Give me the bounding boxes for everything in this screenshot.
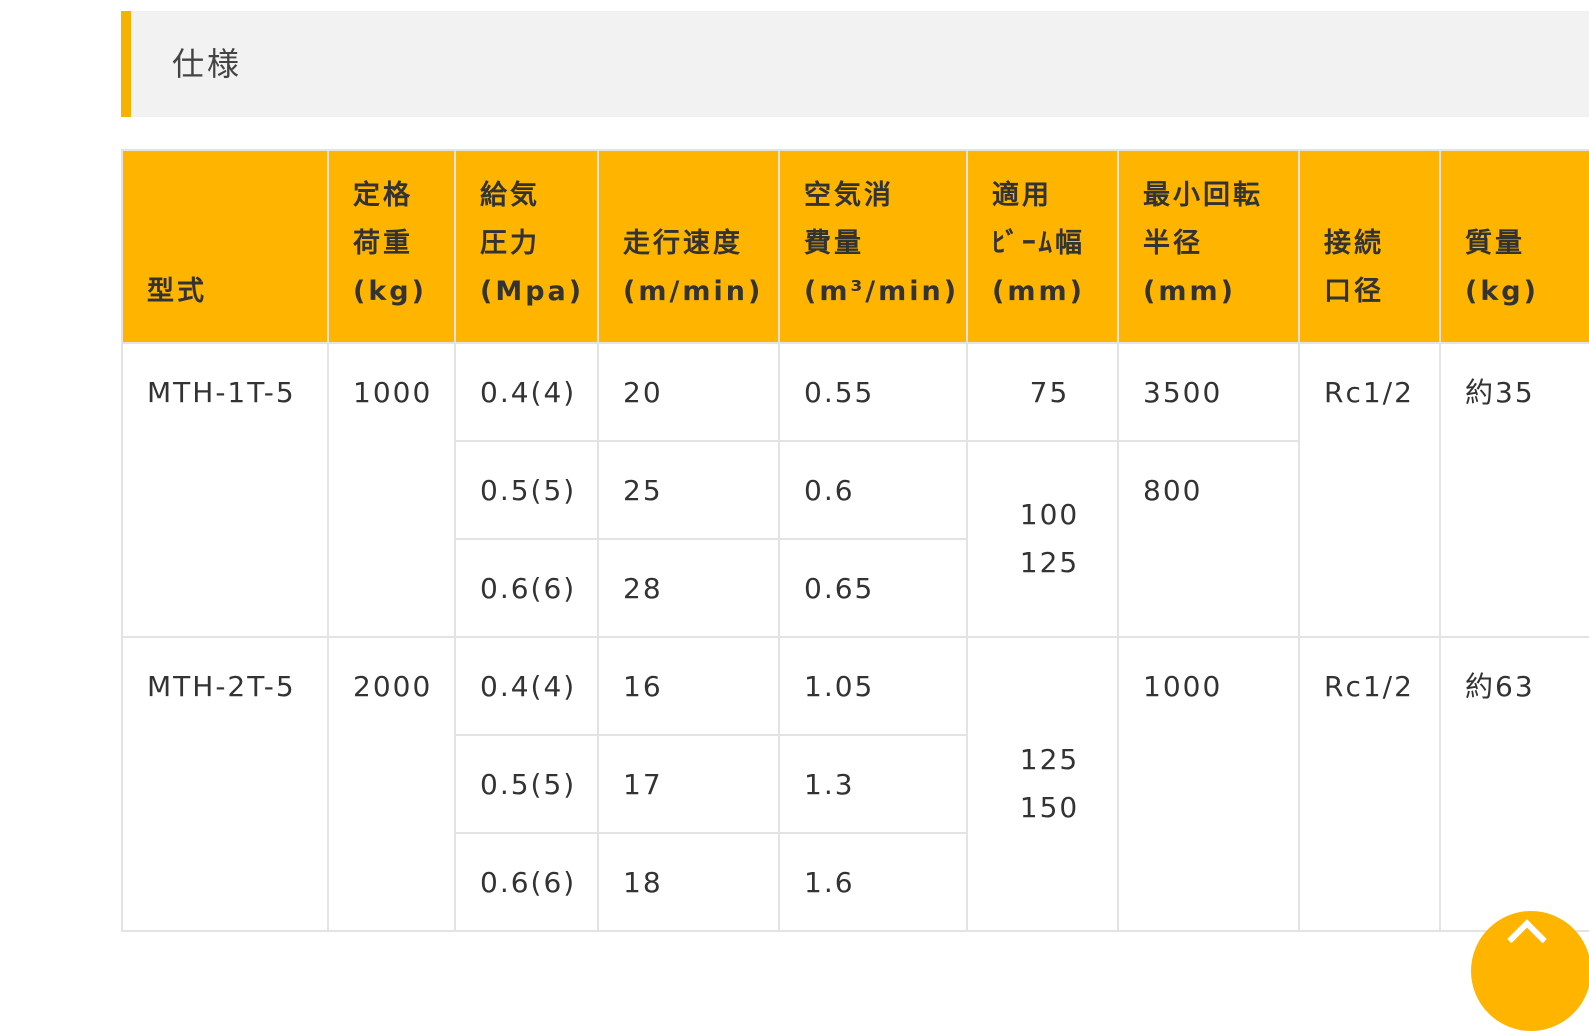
cell-pressure: 0.5(5) — [454, 440, 599, 540]
cell-air-consumption: 1.05 — [778, 636, 968, 736]
cell-pressure: 0.6(6) — [454, 832, 599, 932]
cell-beam-width: 100 125 — [966, 440, 1119, 638]
cell-mass: 約63 — [1439, 636, 1589, 932]
cell-air-consumption: 0.6 — [778, 440, 968, 540]
header-model: 型式 — [121, 149, 329, 344]
section-heading: 仕様 — [121, 11, 1589, 117]
table-row: MTH-2T-5 2000 0.4(4) 16 1.05 125 150 100… — [121, 636, 1589, 932]
header-rated-load: 定格 荷重 (kg) — [327, 149, 456, 344]
cell-speed: 17 — [597, 734, 780, 834]
cell-speed: 20 — [597, 342, 780, 442]
spec-table: 型式 定格 荷重 (kg) 給気 圧力 (Mpa) 走行速度 (m/min) 空… — [121, 149, 1589, 932]
section-title: 仕様 — [172, 45, 243, 83]
header-supply-pressure: 給気 圧力 (Mpa) — [454, 149, 599, 344]
cell-air-consumption: 0.65 — [778, 538, 968, 638]
cell-model: MTH-2T-5 — [121, 636, 329, 932]
chevron-up-icon — [1507, 919, 1547, 959]
cell-air-consumption: 1.3 — [778, 734, 968, 834]
header-beam-width: 適用 ﾋﾞｰﾑ幅 (mm) — [966, 149, 1119, 344]
cell-model: MTH-1T-5 — [121, 342, 329, 638]
scroll-to-top-button[interactable] — [1471, 911, 1589, 1031]
cell-pressure: 0.5(5) — [454, 734, 599, 834]
cell-rated-load: 2000 — [327, 636, 456, 932]
cell-rated-load: 1000 — [327, 342, 456, 638]
table-row: MTH-1T-5 1000 0.4(4) 20 0.55 75 3500 Rc1… — [121, 342, 1589, 638]
cell-turning-radius: 800 — [1117, 440, 1300, 638]
cell-speed: 28 — [597, 538, 780, 638]
header-turning-radius: 最小回転 半径 (mm) — [1117, 149, 1300, 344]
cell-pressure: 0.4(4) — [454, 636, 599, 736]
cell-mass: 約35 — [1439, 342, 1589, 638]
cell-port-size: Rc1/2 — [1298, 342, 1441, 638]
cell-pressure: 0.4(4) — [454, 342, 599, 442]
cell-air-consumption: 1.6 — [778, 832, 968, 932]
cell-speed: 25 — [597, 440, 780, 540]
cell-beam-width: 75 — [966, 342, 1119, 442]
cell-air-consumption: 0.55 — [778, 342, 968, 442]
cell-pressure: 0.6(6) — [454, 538, 599, 638]
cell-port-size: Rc1/2 — [1298, 636, 1441, 932]
cell-speed: 16 — [597, 636, 780, 736]
header-row: 型式 定格 荷重 (kg) 給気 圧力 (Mpa) 走行速度 (m/min) 空… — [121, 149, 1589, 344]
header-port-size: 接続 口径 — [1298, 149, 1441, 344]
cell-turning-radius: 1000 — [1117, 636, 1300, 932]
header-mass: 質量 (kg) — [1439, 149, 1589, 344]
header-air-consumption: 空気消 費量 (m³/min) — [778, 149, 968, 344]
cell-turning-radius: 3500 — [1117, 342, 1300, 442]
header-travel-speed: 走行速度 (m/min) — [597, 149, 780, 344]
cell-speed: 18 — [597, 832, 780, 932]
cell-beam-width: 125 150 — [966, 636, 1119, 932]
